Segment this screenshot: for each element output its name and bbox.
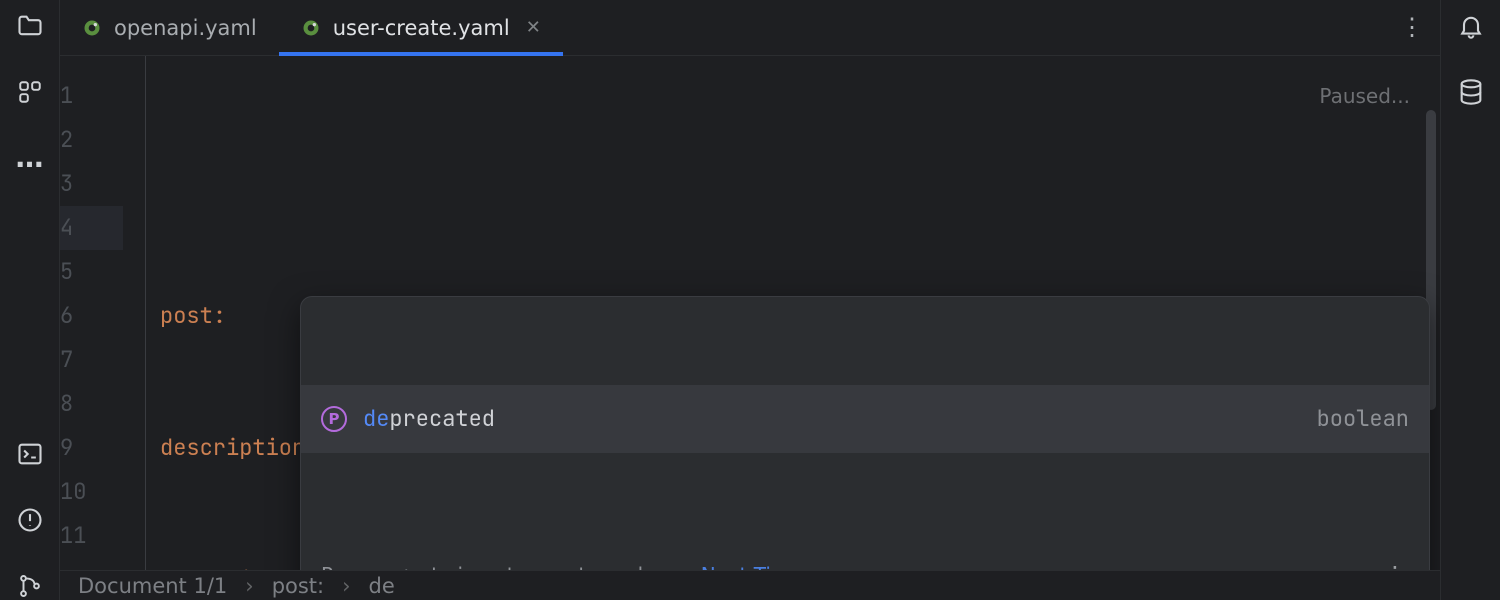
completion-type: boolean: [1317, 397, 1409, 441]
terminal-icon[interactable]: [16, 440, 44, 468]
line-number: 3: [60, 162, 123, 206]
line-number: 12: [60, 558, 123, 570]
editor[interactable]: 1 2 3 4 5 6 7 8 9 10 11 12 Paused... pos…: [60, 56, 1440, 570]
tab-openapi[interactable]: openapi.yaml: [60, 0, 279, 55]
close-icon[interactable]: ✕: [526, 17, 541, 38]
line-number-gutter: 1 2 3 4 5 6 7 8 9 10 11 12: [60, 56, 146, 570]
bell-icon[interactable]: [1457, 12, 1485, 40]
completion-popup: P deprecated boolean Press ↵ to insert, …: [300, 296, 1430, 570]
main-area: openapi.yaml user-create.yaml ✕ ⋮ 1 2 3 …: [60, 0, 1440, 600]
completion-item[interactable]: P deprecated boolean: [301, 385, 1429, 453]
tab-bar: openapi.yaml user-create.yaml ✕ ⋮: [60, 0, 1440, 56]
tab-user-create[interactable]: user-create.yaml ✕: [279, 0, 563, 55]
tab-label: user-create.yaml: [333, 16, 510, 40]
property-icon: P: [321, 406, 347, 432]
line-number: 4: [60, 206, 123, 250]
database-icon[interactable]: [1457, 78, 1485, 106]
openapi-file-icon: [82, 18, 102, 38]
breadcrumb-segment[interactable]: de: [369, 574, 395, 598]
document-counter[interactable]: Document 1/1: [78, 574, 227, 598]
editor-content[interactable]: Paused... post: description: "save user"…: [146, 56, 1440, 570]
completion-footer: Press ↵ to insert, ⇥ to replace Next Tip…: [301, 541, 1429, 570]
problems-icon[interactable]: [16, 506, 44, 534]
right-activity-bar: [1440, 0, 1500, 600]
breadcrumb-segment[interactable]: post:: [272, 574, 324, 598]
tabs-menu-icon[interactable]: ⋮: [1400, 12, 1426, 43]
tab-label: openapi.yaml: [114, 16, 257, 40]
line-number: 6: [60, 294, 123, 338]
line-number: 8: [60, 382, 123, 426]
openapi-file-icon: [301, 18, 321, 38]
line-number: 9: [60, 426, 123, 470]
next-tip-link[interactable]: Next Tip: [701, 553, 784, 570]
line-number: 10: [60, 470, 123, 514]
tab-key-icon: ⇥: [541, 553, 558, 570]
left-activity-bar: …: [0, 0, 60, 600]
structure-icon[interactable]: [16, 78, 44, 106]
completion-menu-icon[interactable]: ⋮: [1383, 553, 1409, 570]
line-number: 5: [60, 250, 123, 294]
line-number: 2: [60, 118, 123, 162]
completion-label: deprecated: [363, 397, 495, 441]
enter-key-icon: ↵: [394, 553, 411, 570]
inlay-status: Paused...: [1319, 74, 1410, 118]
line-number: 11: [60, 514, 123, 558]
line-number: 1: [60, 74, 123, 118]
folder-icon[interactable]: [16, 12, 44, 40]
more-icon[interactable]: …: [16, 144, 44, 172]
breadcrumb-bar: Document 1/1 › post: › de: [60, 570, 1440, 600]
line-number: 7: [60, 338, 123, 382]
git-icon[interactable]: [16, 572, 44, 600]
